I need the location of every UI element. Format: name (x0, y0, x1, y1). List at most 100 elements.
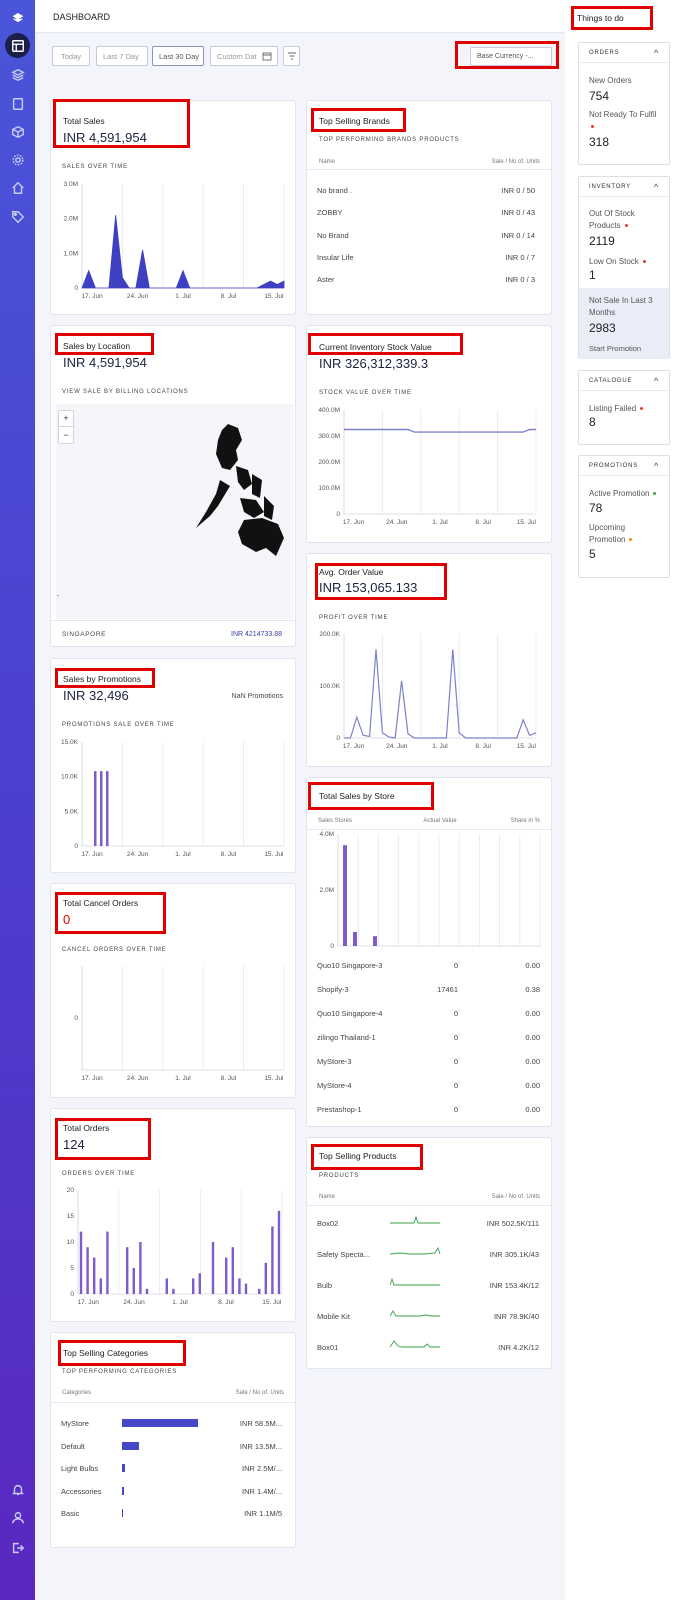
top-categories-subtitle: TOP PERFORMING CATEGORIES (62, 1369, 178, 1375)
filter-today-button[interactable]: Today (52, 46, 90, 66)
map-zoom-in-button[interactable]: + (58, 410, 74, 427)
gear-icon[interactable] (8, 150, 27, 169)
store-row-name[interactable]: MyStore-3 (317, 1057, 352, 1066)
x-tick-label: 1. Jul (175, 851, 191, 858)
product-row-name[interactable]: Mobile Kit (317, 1312, 377, 1321)
product-sparkline (390, 1215, 440, 1224)
product-row-name[interactable]: Box02 (317, 1219, 377, 1228)
total-orders-subtitle: ORDERS OVER TIME (62, 1171, 136, 1177)
low-stock-label[interactable]: Low On Stock (589, 256, 646, 268)
filter-icon[interactable] (283, 46, 300, 66)
brand-row-name[interactable]: ZOBBY (317, 208, 342, 217)
todo-catalogue-header[interactable]: CATALOGUE ^ (579, 371, 669, 391)
inventory-value-subtitle: STOCK VALUE OVER TIME (319, 390, 412, 396)
todo-inventory-header[interactable]: INVENTORY ^ (579, 177, 669, 197)
store-row-name[interactable]: Quo10 Singapore-4 (317, 1009, 382, 1018)
promotions-count: NaN Promotions (231, 693, 283, 700)
top-brands-title: Top Selling Brands (319, 116, 390, 126)
category-row-name[interactable]: Light Bulbs (61, 1464, 98, 1473)
total-orders-title: Total Orders (63, 1123, 110, 1133)
x-tick-label: 17. Jun (343, 743, 365, 750)
sidebar (0, 0, 35, 1600)
orders-bar (192, 1278, 195, 1294)
chevron-up-icon[interactable]: ^ (654, 461, 659, 471)
tag-icon[interactable] (8, 207, 27, 226)
categories-col-value: Sale / No of. Units (235, 1390, 284, 1396)
category-row-name[interactable]: MyStore (61, 1419, 89, 1428)
low-stock-label-text: Low On Stock (589, 257, 639, 266)
upcoming-promotion-label[interactable]: Upcoming Promotion (589, 522, 649, 546)
x-tick-label: 17. Jun (81, 293, 103, 300)
product-row-name[interactable]: Safety Specta... (317, 1250, 377, 1259)
chevron-up-icon[interactable]: ^ (654, 182, 659, 192)
y-tick-label: 400.0M (318, 407, 340, 414)
brand-row-name[interactable]: Insular Life (317, 253, 354, 262)
product-row-value: INR 153.4K/12 (489, 1281, 539, 1290)
filter-last30-button[interactable]: Last 30 Day (152, 46, 204, 66)
bell-icon[interactable] (8, 1480, 27, 1499)
brand-row-name[interactable]: Aster (317, 275, 335, 284)
y-tick-label: 2.0M (64, 216, 78, 223)
not-ready-label[interactable]: Not Ready To Fulfil (589, 109, 673, 121)
store-row-name[interactable]: Prestashop-1 (317, 1105, 362, 1114)
brand-row-value: INR 0 / 14 (501, 230, 535, 240)
todo-orders-header[interactable]: ORDERS ^ (579, 43, 669, 63)
x-tick-label: 24. Jun (127, 851, 149, 858)
store-row-name[interactable]: zilingo Thailand-1 (317, 1033, 376, 1042)
store-row-name[interactable]: Quo10 Singapore-3 (317, 961, 382, 970)
chevron-up-icon[interactable]: ^ (654, 376, 659, 386)
logo-icon[interactable] (8, 8, 27, 27)
x-tick-label: 24. Jun (386, 519, 408, 526)
category-row-value: INR 13.5M... (239, 1441, 282, 1451)
store-row-name[interactable]: Shopify-3 (317, 985, 349, 994)
todo-promotions-header[interactable]: PROMOTIONS ^ (579, 456, 669, 476)
x-tick-label: 1. Jul (175, 1075, 191, 1082)
todo-catalogue-panel: CATALOGUE ^ Listing Failed 8 (578, 370, 670, 445)
map-marker-mark: - (57, 593, 60, 600)
x-tick-label: 1. Jul (432, 519, 448, 526)
x-tick-label: 24. Jun (386, 743, 408, 750)
product-row-name[interactable]: Bulb (317, 1281, 377, 1290)
orders-bar (139, 1242, 142, 1294)
not-sale-label[interactable]: Not Sale In Last 3 Months (589, 295, 663, 319)
status-dot (640, 407, 644, 411)
product-row-value: INR 305.1K/43 (489, 1250, 539, 1259)
home-icon[interactable] (8, 178, 27, 197)
filter-last7-button[interactable]: Last 7 Day (96, 46, 148, 66)
product-row-name[interactable]: Box01 (317, 1343, 377, 1352)
y-tick-label: 4.0M (320, 831, 334, 838)
store-row-name[interactable]: MyStore-4 (317, 1081, 352, 1090)
category-row-name[interactable]: Basic (61, 1509, 79, 1518)
store-row-actual: 17461 (437, 985, 458, 994)
dashboard-icon[interactable] (5, 33, 30, 58)
brand-row-name[interactable]: No brand . (317, 186, 352, 195)
listing-failed-label[interactable]: Listing Failed (589, 403, 644, 415)
location-country: SINGAPORE (62, 631, 107, 638)
active-promotion-label[interactable]: Active Promotion (589, 488, 657, 500)
status-dot (629, 538, 633, 542)
orders-bar (126, 1247, 129, 1294)
out-of-stock-label-text: Out Of Stock Products (589, 209, 635, 230)
store-row-share: 0.00 (525, 1009, 540, 1018)
y-tick-label: 3.0M (64, 181, 78, 188)
category-row-name[interactable]: Accessories (61, 1487, 101, 1496)
new-orders-label[interactable]: New Orders (589, 75, 632, 87)
brand-row-value: INR 0 / 7 (505, 252, 535, 262)
orders-bar (93, 1257, 96, 1294)
layers-icon[interactable] (8, 65, 27, 84)
start-promotion-link[interactable]: Start Promotion (589, 343, 641, 355)
chevron-up-icon[interactable]: ^ (654, 48, 659, 58)
product-sparkline (390, 1277, 440, 1286)
map-zoom-out-button[interactable]: − (58, 427, 74, 444)
category-row-name[interactable]: Default (61, 1442, 85, 1451)
filter-custom-date-input[interactable]: Custom Dat (210, 46, 278, 66)
brand-row-name[interactable]: No Brand (317, 231, 349, 240)
x-tick-label: 24. Jun (123, 1299, 145, 1306)
box-icon[interactable] (8, 122, 27, 141)
logout-icon[interactable] (8, 1538, 27, 1557)
orders-bar (198, 1273, 201, 1294)
orders-bar (211, 1242, 215, 1294)
user-icon[interactable] (8, 1508, 27, 1527)
book-icon[interactable] (8, 94, 27, 113)
out-of-stock-label[interactable]: Out Of Stock Products (589, 208, 661, 232)
